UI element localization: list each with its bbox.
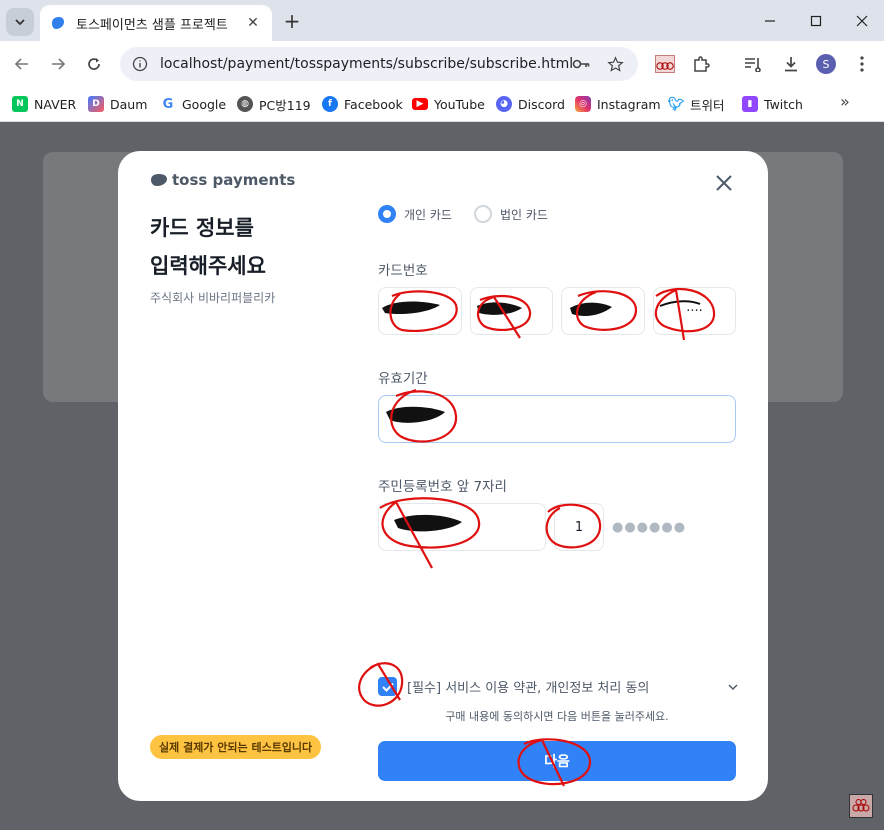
- page-viewport: toss payments 카드 정보를 입력해주세요 주식회사 비바리퍼블리카…: [0, 122, 884, 830]
- radio-personal-card[interactable]: 개인 카드: [378, 205, 452, 223]
- modal-close-icon[interactable]: [712, 171, 736, 195]
- reading-list-icon[interactable]: [742, 53, 764, 75]
- card-number-field-3[interactable]: [561, 287, 645, 335]
- tab-close-icon[interactable]: ✕: [244, 14, 262, 32]
- window-close-icon[interactable]: [840, 6, 884, 36]
- address-bar[interactable]: localhost/payment/tosspayments/subscribe…: [120, 47, 638, 81]
- browser-toolbar: localhost/payment/tosspayments/subscribe…: [0, 41, 884, 87]
- card-number-field-1[interactable]: [378, 287, 462, 335]
- extensions-puzzle-icon[interactable]: [690, 53, 712, 75]
- test-mode-badge: 실제 결제가 안되는 테스트입니다: [150, 735, 322, 759]
- rrn-label: 주민등록번호 앞 7자리: [378, 479, 507, 495]
- merchant-name: 주식회사 비바리퍼블리카: [150, 291, 276, 305]
- site-info-icon[interactable]: [132, 56, 148, 72]
- card-number-label: 카드번호: [378, 263, 428, 279]
- rrn-masked-digits: ●●●●●●: [612, 520, 687, 535]
- tab-title: 토스페이먼츠 샘플 프로젝트: [76, 17, 228, 33]
- bookmarks-bar: N NAVER D Daum G Google ◍ PC방119 f Faceb…: [0, 87, 884, 122]
- twitch-icon: ▮: [742, 96, 758, 112]
- bookmark-instagram[interactable]: ◎ Instagram: [575, 93, 661, 115]
- profile-avatar[interactable]: S: [816, 54, 836, 74]
- bookmark-daum[interactable]: D Daum: [88, 93, 147, 115]
- minimize-icon[interactable]: [748, 6, 792, 36]
- bookmark-naver[interactable]: N NAVER: [12, 93, 76, 115]
- card-number-field-4[interactable]: ····: [653, 287, 736, 335]
- chevron-down-icon: [15, 19, 25, 26]
- card-number-field-2[interactable]: [470, 287, 553, 335]
- rrn-gender-input[interactable]: 1: [554, 503, 604, 551]
- bookmarks-overflow-icon[interactable]: »: [840, 92, 850, 111]
- extension-badge-icon[interactable]: [654, 53, 676, 75]
- corner-extension-icon: [849, 794, 873, 818]
- card-type-selector: 개인 카드 법인 카드: [378, 205, 570, 223]
- reload-icon[interactable]: [82, 52, 106, 76]
- radio-checked-icon[interactable]: [378, 205, 396, 223]
- active-tab[interactable]: 토스페이먼츠 샘플 프로젝트 ✕: [40, 5, 272, 41]
- bookmark-google[interactable]: G Google: [160, 93, 226, 115]
- bookmark-youtube[interactable]: ▶ YouTube: [412, 93, 485, 115]
- forward-icon[interactable]: [46, 52, 70, 76]
- kebab-menu-icon[interactable]: [851, 53, 873, 75]
- url-text[interactable]: localhost/payment/tosspayments/subscribe…: [160, 56, 573, 72]
- tab-search-button[interactable]: [6, 8, 34, 36]
- facebook-icon: f: [322, 96, 338, 112]
- back-icon[interactable]: [10, 52, 34, 76]
- bookmark-pc119[interactable]: ◍ PC방119: [237, 93, 311, 115]
- bookmark-twitter[interactable]: 🐦︎ 트위터: [668, 93, 725, 115]
- radio-unchecked-icon[interactable]: [473, 205, 492, 223]
- toss-logo-icon: [151, 174, 167, 186]
- expiry-input[interactable]: [378, 395, 736, 443]
- key-icon[interactable]: [572, 55, 590, 73]
- bookmark-facebook[interactable]: f Facebook: [322, 93, 403, 115]
- radio-corporate-card[interactable]: 법인 카드: [473, 205, 548, 223]
- bookmark-twitch[interactable]: ▮ Twitch: [742, 93, 803, 115]
- rrn-front-input[interactable]: [378, 503, 546, 551]
- brand-logo: toss payments: [150, 171, 295, 189]
- maximize-icon[interactable]: [794, 6, 838, 36]
- bookmark-star-icon[interactable]: [606, 55, 624, 73]
- download-icon[interactable]: [780, 53, 802, 75]
- agreement-hint: 구매 내용에 동의하시면 다음 버튼을 눌러주세요.: [445, 710, 669, 723]
- new-tab-icon[interactable]: +: [280, 9, 304, 33]
- globe-icon: ◍: [237, 96, 253, 112]
- google-icon: G: [160, 96, 176, 112]
- expiry-label: 유효기간: [378, 371, 428, 387]
- twitter-bird-icon: 🐦︎: [667, 96, 685, 112]
- tab-strip: 토스페이먼츠 샘플 프로젝트 ✕ +: [0, 0, 884, 41]
- modal-heading: 카드 정보를 입력해주세요: [150, 216, 266, 278]
- discord-icon: ◕: [496, 96, 512, 112]
- daum-icon: D: [88, 96, 104, 112]
- instagram-icon: ◎: [575, 96, 591, 112]
- next-button[interactable]: 다음: [378, 741, 736, 781]
- toss-favicon-icon: [52, 17, 64, 29]
- chevron-down-icon[interactable]: [728, 680, 738, 693]
- terms-agreement-row[interactable]: [필수] 서비스 이용 약관, 개인정보 처리 동의: [378, 677, 738, 696]
- checkbox-checked-icon[interactable]: [378, 677, 397, 696]
- bookmark-discord[interactable]: ◕ Discord: [496, 93, 565, 115]
- terms-agreement-text: [필수] 서비스 이용 약관, 개인정보 처리 동의: [407, 681, 650, 696]
- payment-modal: toss payments 카드 정보를 입력해주세요 주식회사 비바리퍼블리카…: [118, 151, 768, 801]
- naver-icon: N: [12, 96, 28, 112]
- youtube-icon: ▶: [412, 98, 428, 110]
